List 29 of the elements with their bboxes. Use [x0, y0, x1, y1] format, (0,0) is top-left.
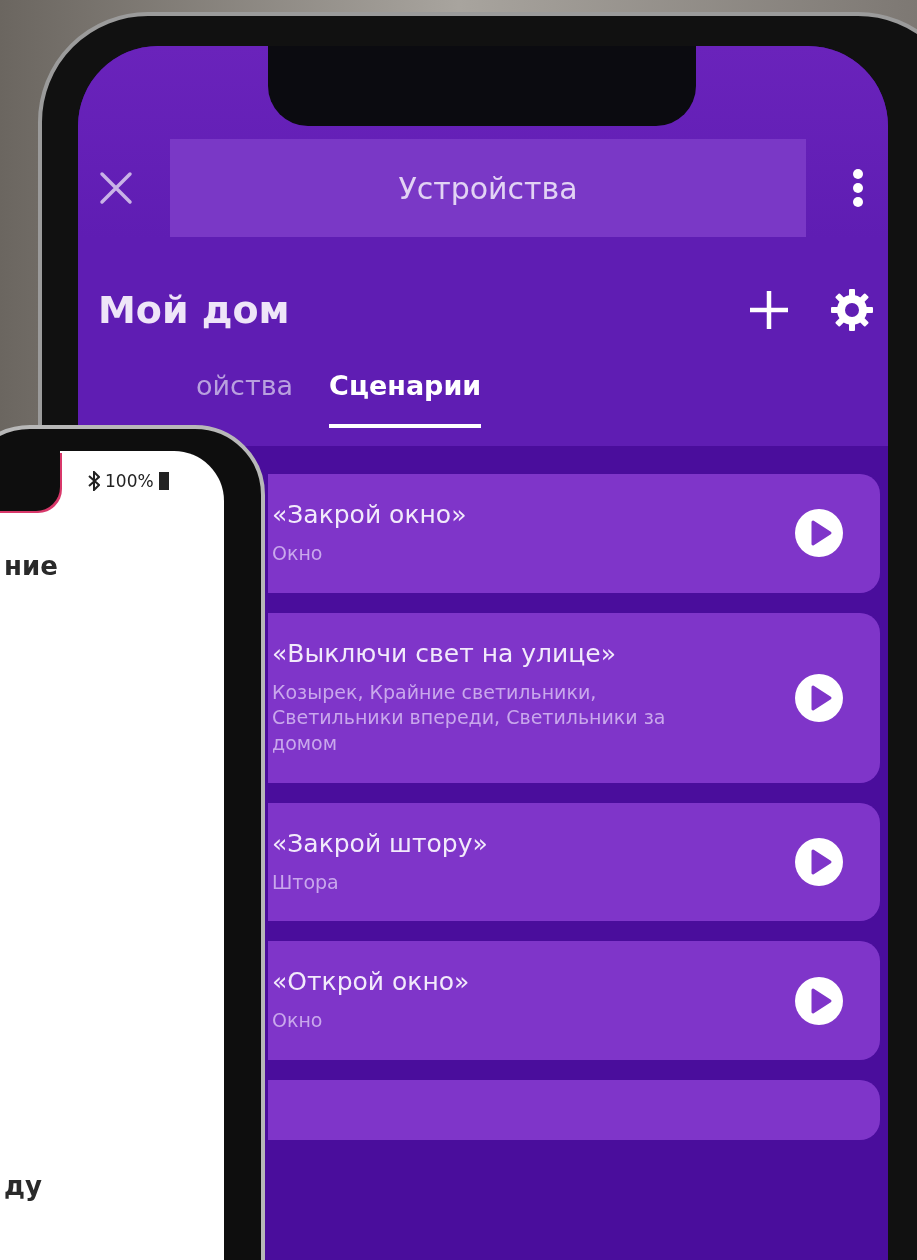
- scenario-card[interactable]: «Открой окно» Окно: [268, 941, 880, 1060]
- scenario-title: «Открой окно»: [272, 967, 471, 997]
- play-icon[interactable]: [794, 672, 844, 723]
- bluetooth-icon: [88, 471, 100, 491]
- scenario-devices: Штора: [272, 869, 340, 895]
- tab[interactable]: ойства: [196, 370, 294, 428]
- scenario-devices: Окно: [272, 541, 324, 566]
- scenario-card[interactable]: «Закрой штору» Штора: [268, 802, 880, 922]
- scenario-card[interactable]: «Выключи свет на улице» Козырек, Крайние светильники, Светильники впереди, Светильники за домом: [268, 612, 880, 783]
- play-icon[interactable]: [794, 836, 844, 887]
- scenario-devices: Козырек, Крайние светильники, Светильники впереди, Светильники за домом: [272, 679, 667, 756]
- scenario-title: «Закрой окно»: [272, 500, 468, 529]
- scenario-card[interactable]: «Закрой окно» Окно: [268, 474, 880, 593]
- screen-text: ду: [4, 1171, 42, 1201]
- battery-icon: [158, 472, 169, 490]
- screen-title: Устройства: [398, 170, 578, 206]
- more-menu-icon[interactable]: [852, 168, 864, 208]
- battery-percent: 100%: [105, 471, 154, 491]
- scenario-title: «Выключи свет на улице»: [272, 638, 617, 668]
- scenario-title: «Закрой штору»: [272, 828, 489, 858]
- scenario-devices: Окно: [272, 1008, 324, 1034]
- add-icon[interactable]: [748, 289, 790, 331]
- tab[interactable]: Сценарии: [329, 370, 482, 428]
- home-title: Мой дом: [98, 288, 290, 332]
- play-icon[interactable]: [794, 975, 844, 1026]
- screen-text: ние: [4, 551, 58, 581]
- play-icon[interactable]: [794, 508, 844, 559]
- settings-icon[interactable]: [830, 288, 874, 332]
- close-icon[interactable]: [98, 170, 134, 206]
